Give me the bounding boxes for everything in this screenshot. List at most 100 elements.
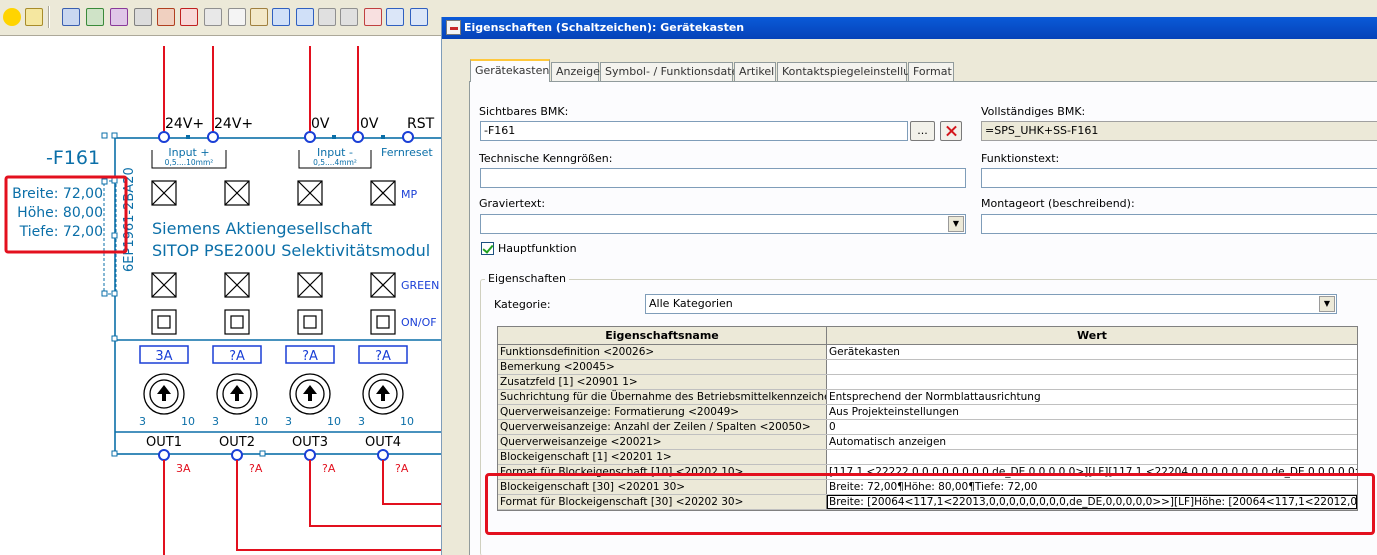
technische-kenngroessen-label: Technische Kenngrößen: <box>479 152 613 165</box>
terminal-label: RST <box>407 116 435 132</box>
table-row[interactable]: Querverweisanzeige: Anzahl der Zeilen / … <box>498 420 1357 435</box>
device-title-line1: Siemens Aktiengesellschaft <box>152 219 372 238</box>
wire-labels: 3A ?A ?A ?A <box>176 462 409 475</box>
eigenschaften-group-title: Eigenschaften <box>485 272 569 285</box>
table-row[interactable]: Blockeigenschaft [1] <20201 1> <box>498 450 1357 465</box>
onoff-label: ON/OF <box>401 316 437 329</box>
tab-kontaktspiegeleinstellung[interactable]: Kontaktspiegeleinstellung <box>777 62 924 81</box>
svg-text:3: 3 <box>139 415 146 428</box>
browse-button[interactable]: ... <box>910 121 935 141</box>
chevron-down-icon[interactable]: ▼ <box>1319 296 1335 312</box>
green-label: GREEN <box>401 279 439 292</box>
check-icon[interactable] <box>364 8 382 26</box>
monitor-icon[interactable] <box>410 8 428 26</box>
article-number-vertical: 6EP1961-2BA20 <box>122 167 137 272</box>
montageort-label: Montageort (beschreibend): <box>981 197 1135 210</box>
terminal-label: 24V+ <box>165 116 204 132</box>
tiefe-text: Tiefe: 72,00 <box>19 224 103 240</box>
table-row[interactable]: Querverweisanzeige <20021> Automatisch an… <box>498 435 1357 450</box>
table-row[interactable]: Bemerkung <20045> <box>498 360 1357 375</box>
kategorie-label: Kategorie: <box>494 298 551 311</box>
dialog-title-bar[interactable]: Eigenschaften (Schaltzeichen): Gerätekas… <box>442 17 1377 39</box>
current-knobs <box>143 373 404 415</box>
redo-list-icon[interactable] <box>340 8 358 26</box>
hauptfunktion-checkbox[interactable] <box>481 242 494 255</box>
print-icon[interactable] <box>134 8 152 26</box>
input-plus-range: 0,5....10mm² <box>165 158 214 167</box>
svg-text:OUT1: OUT1 <box>146 435 182 450</box>
button-row <box>151 309 396 335</box>
montageort-input[interactable] <box>981 214 1377 234</box>
delete-icon[interactable] <box>180 8 198 26</box>
pencil-icon[interactable] <box>157 8 175 26</box>
eplan-app-icon <box>446 20 461 35</box>
page-icon[interactable] <box>62 8 80 26</box>
svg-text:10: 10 <box>181 415 195 428</box>
device-symbol: 24V+ 24V+ 0V 0V RST Input + 0,5....10mm²… <box>4 46 445 555</box>
graviertext-label: Graviertext: <box>479 197 546 210</box>
table-row[interactable]: Querverweisanzeige: Formatierung <20049>… <box>498 405 1357 420</box>
device-title: Siemens Aktiengesellschaft SITOP PSE200U… <box>152 219 430 260</box>
tab-artikel[interactable]: Artikel <box>734 62 776 81</box>
top-terminals[interactable] <box>158 131 414 143</box>
chevron-down-icon[interactable]: ▼ <box>948 216 964 232</box>
table-row[interactable]: Zusatzfeld [1] <20901 1> <box>498 375 1357 390</box>
svg-text:10: 10 <box>327 415 341 428</box>
dialog-title: Eigenschaften (Schaltzeichen): Gerätekas… <box>464 21 745 34</box>
page-properties-icon[interactable] <box>110 8 128 26</box>
grid-header-name[interactable]: Eigenschaftsname <box>498 327 827 344</box>
bottom-terminals[interactable] <box>158 449 389 461</box>
cut-icon[interactable] <box>204 8 222 26</box>
smiley-icon[interactable] <box>3 8 21 26</box>
table-row[interactable]: Suchrichtung für die Übernahme des Betri… <box>498 390 1357 405</box>
led-row-1 <box>151 180 396 206</box>
undo-icon[interactable] <box>272 8 290 26</box>
input-minus-range: 0,5....4mm² <box>313 158 357 167</box>
grid-header: Eigenschaftsname Wert <box>498 327 1357 345</box>
grid-highlight-annotation <box>485 473 1375 535</box>
kategorie-combo[interactable]: Alle Kategorien ▼ <box>645 294 1337 314</box>
tab-format[interactable]: Format <box>908 62 954 81</box>
breite-text: Breite: 72,00 <box>12 186 103 202</box>
copy-icon[interactable] <box>228 8 246 26</box>
svg-text:3A: 3A <box>155 349 172 364</box>
svg-text:OUT3: OUT3 <box>292 435 328 450</box>
block-property-text: Breite: 72,00 Höhe: 80,00 Tiefe: 72,00 <box>12 186 103 240</box>
technische-kenngroessen-input[interactable] <box>480 168 966 188</box>
tab-anzeige[interactable]: Anzeige <box>551 62 600 81</box>
top-terminal-labels: 24V+ 24V+ 0V 0V RST <box>165 116 435 132</box>
undo-list-icon[interactable] <box>296 8 314 26</box>
graviertext-combo[interactable]: ▼ <box>480 214 966 234</box>
mp-label: MP <box>401 188 417 201</box>
svg-text:?A: ?A <box>302 349 318 364</box>
table-row[interactable]: Funktionsdefinition <20026> Gerätekasten <box>498 345 1357 360</box>
funktionstext-input[interactable] <box>981 168 1377 188</box>
svg-text:3A: 3A <box>176 462 191 475</box>
tab-symbol-funktionsdaten[interactable]: Symbol- / Funktionsdaten <box>600 62 745 81</box>
svg-text:?A: ?A <box>249 462 263 475</box>
sichtbares-bmk-label: Sichtbares BMK: <box>479 105 569 118</box>
terminal-label: 0V <box>360 116 379 132</box>
terminal-label: 0V <box>311 116 330 132</box>
fuse-box-labels: 3A ?A ?A ?A <box>155 349 391 364</box>
hoehe-text: Höhe: 80,00 <box>17 205 103 221</box>
hauptfunktion-label: Hauptfunktion <box>498 242 577 255</box>
vollstaendiges-bmk-label: Vollständiges BMK: <box>981 105 1086 118</box>
schematic-canvas[interactable]: 24V+ 24V+ 0V 0V RST Input + 0,5....10mm²… <box>0 36 445 555</box>
tab-geraetekasten[interactable]: Gerätekasten <box>470 59 550 82</box>
clear-bmk-button[interactable] <box>940 121 962 141</box>
table-icon[interactable] <box>386 8 404 26</box>
svg-text:?A: ?A <box>395 462 409 475</box>
page-new-icon[interactable] <box>86 8 104 26</box>
svg-text:10: 10 <box>254 415 268 428</box>
svg-text:3: 3 <box>358 415 365 428</box>
envelope-icon[interactable] <box>25 8 43 26</box>
device-bmk-label: -F161 <box>46 147 100 169</box>
paste-icon[interactable] <box>250 8 268 26</box>
redo-icon[interactable] <box>318 8 336 26</box>
svg-text:OUT2: OUT2 <box>219 435 255 450</box>
svg-text:?A: ?A <box>375 349 391 364</box>
sichtbares-bmk-input[interactable]: -F161 <box>480 121 908 141</box>
svg-text:10: 10 <box>400 415 414 428</box>
grid-header-value[interactable]: Wert <box>827 327 1357 344</box>
